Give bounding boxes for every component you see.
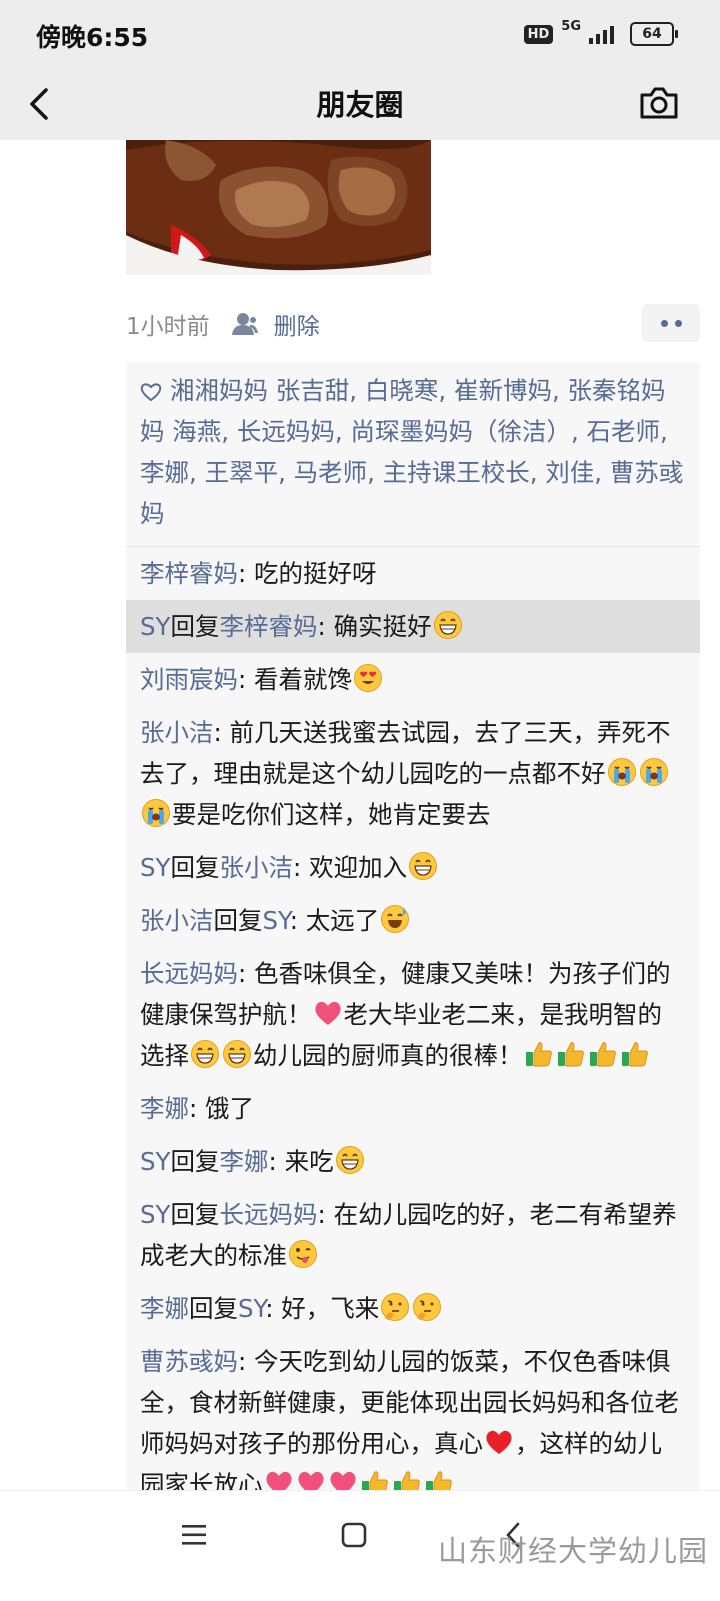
comment-text: : 吃的挺好呀 [238,559,377,588]
grin-emoji-icon [222,1039,252,1069]
comment-text: 要是吃你们这样，她肯定要去 [172,800,491,829]
comment-author[interactable]: 曹苏彧妈 [140,1347,238,1376]
battery-icon: 64 [630,22,678,46]
status-indicators: HD 5G 64 [523,18,678,46]
status-bar: 傍晚6:55 HD 5G 64 [0,0,720,68]
signal-icon [589,24,614,44]
delete-button[interactable]: 删除 [274,307,320,341]
reply-target[interactable]: 长远妈妈 [220,1200,318,1229]
grin-emoji-icon [408,851,438,881]
comment-item[interactable]: 李梓睿妈: 吃的挺好呀 [126,547,700,600]
comments-list: 李梓睿妈: 吃的挺好呀 SY回复李梓睿妈: 确实挺好 刘雨宸妈: 看着就馋 张小洁: … [126,547,700,1511]
camera-icon[interactable] [638,82,680,124]
comment-text: : 好，飞来 [265,1294,380,1323]
dot-icon [674,319,682,327]
crying-emoji-icon [141,798,171,828]
comment-author[interactable]: SY [140,853,171,882]
network-label: 5G [561,18,581,34]
comment-author[interactable]: 刘雨宸妈 [140,665,238,694]
reply-target[interactable]: SY [238,1294,265,1323]
liker-names[interactable]: 湘湘妈妈 张吉甜, 白晓寒, 崔新博妈, 张秦铭妈妈 海燕, 长远妈妈, 尚琛墨… [140,376,683,528]
more-actions-button[interactable] [642,304,700,342]
comment-text: : 确实挺好 [317,612,432,641]
comment-item[interactable]: 刘雨宸妈: 看着就馋 [126,653,700,706]
heart-pink-emoji-icon [313,998,343,1028]
grin-emoji-icon [335,1145,365,1175]
comment-author[interactable]: 张小洁 [140,718,214,747]
reply-label: 回复 [170,853,220,882]
comment-text: : 看着就馋 [238,665,353,694]
comment-text: 幼儿园的厨师真的很棒！ [253,1041,523,1070]
thumbs-up-emoji-icon [588,1039,618,1069]
comment-author[interactable]: SY [140,1200,171,1229]
comment-item[interactable]: 李娜: 饿了 [126,1082,700,1135]
top-nav-bar: 朋友圈 [0,68,720,140]
comment-author[interactable]: 李娜 [140,1294,189,1323]
comment-author[interactable]: SY [140,612,171,641]
comment-item[interactable]: 李娜回复SY: 好，飞来 [126,1282,700,1335]
reply-label: 回复 [170,1147,220,1176]
comment-item[interactable]: 张小洁回复SY: 太远了 [126,894,700,947]
visibility-person-icon[interactable] [231,311,258,337]
comment-author[interactable]: 李娜 [140,1094,189,1123]
reply-target[interactable]: 李梓睿妈 [220,612,318,641]
comment-text: : 饿了 [189,1094,255,1123]
likes-section: 湘湘妈妈 张吉甜, 白晓寒, 崔新博妈, 张秦铭妈妈 海燕, 长远妈妈, 尚琛墨… [126,362,700,547]
comment-item[interactable]: 长远妈妈: 色香味俱全，健康又美味！为孩子们的健康保驾护航！ 老大毕业老二来，是我… [126,947,700,1082]
comment-author[interactable]: SY [140,1147,171,1176]
comment-text: : 来吃 [268,1147,334,1176]
interaction-panel: 湘湘妈妈 张吉甜, 白晓寒, 崔新博妈, 张秦铭妈妈 海燕, 长远妈妈, 尚琛墨… [126,362,700,1511]
reply-label: 回复 [213,906,263,935]
reply-target[interactable]: SY [263,906,290,935]
reply-label: 回复 [170,1200,220,1229]
thinking-emoji-icon [380,1292,410,1322]
page-title: 朋友圈 [316,88,404,122]
grin-emoji-icon [433,610,463,640]
post-time: 1小时前 [126,314,210,340]
reply-label: 回复 [170,612,220,641]
comment-item[interactable]: 张小洁: 前几天送我蜜去试园，去了三天，弄死不去了，理由就是这个幼儿园吃的一点都… [126,706,700,841]
moments-feed[interactable]: 1小时前 删除 湘湘妈妈 张吉甜, 白晓寒, 崔新博妈, 张秦铭妈妈 海燕, 长… [0,140,720,1525]
comment-author[interactable]: 张小洁 [140,906,214,935]
reply-target[interactable]: 李娜 [220,1147,269,1176]
post-meta-row: 1小时前 删除 [126,304,700,344]
sweat-laugh-emoji-icon [380,904,410,934]
watermark-text: 山东财经大学幼儿园 [437,1534,708,1568]
heart-outline-icon [140,383,162,402]
home-square-icon[interactable] [340,1521,368,1549]
hd-badge: HD [523,24,554,44]
thumbs-up-emoji-icon [524,1039,554,1069]
thumbs-up-emoji-icon [620,1039,650,1069]
crying-emoji-icon [607,757,637,787]
comment-text: : 欢迎加入 [293,853,408,882]
thinking-emoji-icon [412,1292,442,1322]
post-photo[interactable] [126,140,431,275]
grin-emoji-icon [190,1039,220,1069]
comment-text: : 太远了 [289,906,380,935]
comment-author[interactable]: 长远妈妈 [140,959,238,988]
reply-target[interactable]: 张小洁 [220,853,294,882]
comment-item[interactable]: SY回复李梓睿妈: 确实挺好 [126,600,700,653]
menu-icon[interactable] [180,1521,208,1549]
comment-item[interactable]: SY回复李娜: 来吃 [126,1135,700,1188]
heart-eyes-emoji-icon [353,663,383,693]
comment-text: : 前几天送我蜜去试园，去了三天，弄死不去了，理由就是这个幼儿园吃的一点都不好 [140,718,671,788]
comment-item[interactable]: SY回复长远妈妈: 在幼儿园吃的好，老二有希望养成老大的标准 [126,1188,700,1282]
reply-label: 回复 [189,1294,238,1323]
crying-emoji-icon [639,757,669,787]
thumbs-up-emoji-icon [556,1039,586,1069]
status-time: 傍晚6:55 [36,23,149,52]
wink-tongue-emoji-icon [288,1239,318,1269]
comment-author[interactable]: 李梓睿妈 [140,559,238,588]
heart-red-emoji-icon [484,1427,514,1457]
comment-item[interactable]: 曹苏彧妈: 今天吃到幼儿园的饭菜，不仅色香味俱全，食材新鲜健康，更能体现出园长妈… [126,1335,700,1511]
dot-icon [660,319,668,327]
comment-item[interactable]: SY回复张小洁: 欢迎加入 [126,841,700,894]
